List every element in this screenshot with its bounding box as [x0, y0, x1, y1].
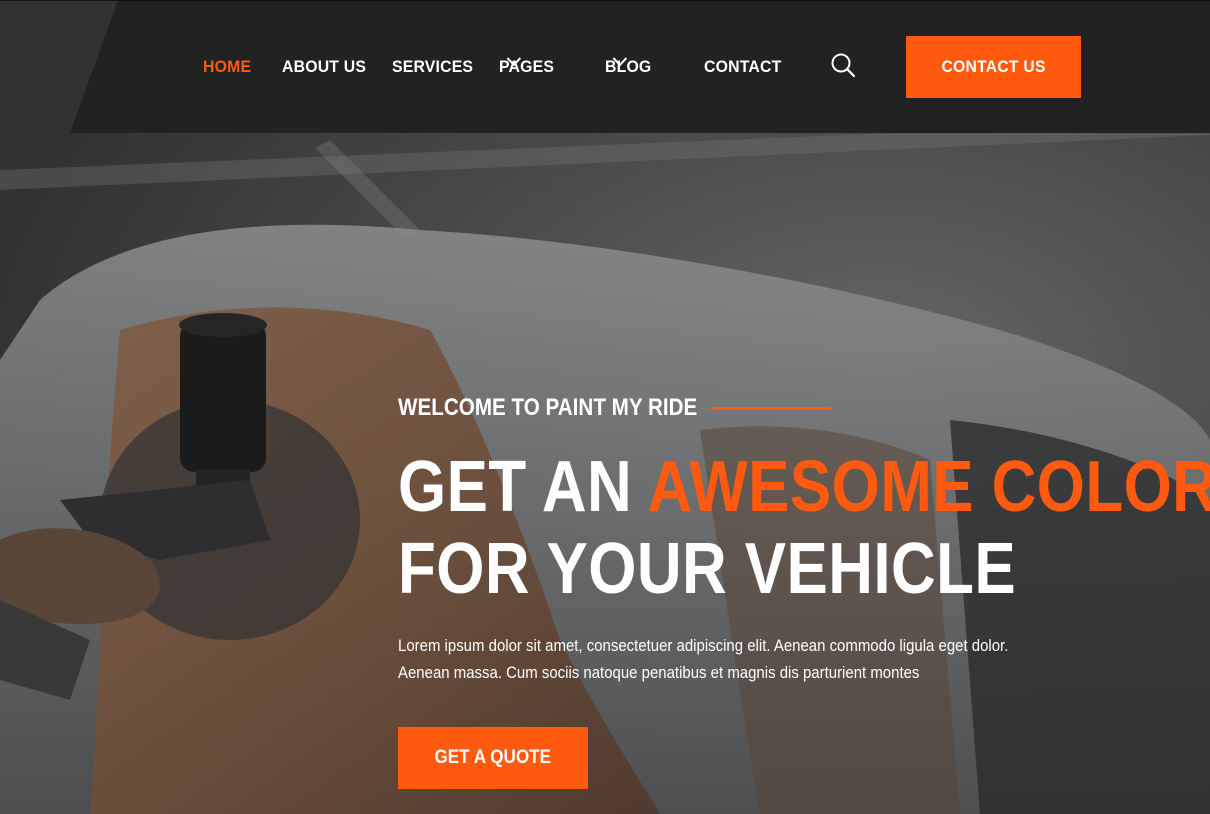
contact-us-button[interactable]: CONTACT US: [906, 36, 1081, 98]
page: HOME ABOUT US SERVICES PAGES BLOG CONTAC…: [0, 0, 1210, 814]
get-a-quote-button[interactable]: GET A QUOTE: [398, 727, 588, 789]
nav-item-pages[interactable]: PAGES: [499, 57, 598, 77]
search-button[interactable]: [830, 52, 856, 78]
get-a-quote-button-label: GET A QUOTE: [434, 747, 552, 768]
nav-item-about-us[interactable]: ABOUT US: [282, 57, 384, 77]
hero-tagline-row: WELCOME TO PAINT MY RIDE: [398, 390, 1098, 426]
contact-us-button-label: CONTACT US: [941, 57, 1046, 76]
main-nav: HOME ABOUT US SERVICES PAGES BLOG CONTAC…: [203, 50, 787, 84]
chevron-down-icon: [612, 57, 628, 67]
search-icon: [831, 53, 856, 78]
nav-item-home[interactable]: HOME: [203, 57, 276, 77]
nav-item-label: SERVICES: [392, 57, 474, 76]
nav-item-label: CONTACT: [704, 57, 782, 76]
nav-item-services[interactable]: SERVICES: [392, 57, 492, 77]
hero-headline: GET AN AWESOME COLOR FOR YOUR VEHICLE: [398, 446, 1210, 610]
nav-item-contact[interactable]: CONTACT: [704, 57, 781, 77]
tagline-divider: [711, 406, 831, 410]
hero-content: WELCOME TO PAINT MY RIDE GET AN AWESOME …: [398, 390, 1210, 789]
nav-item-label: ABOUT US: [282, 57, 367, 76]
headline-text: GET AN: [398, 447, 648, 527]
nav-item-label: HOME: [203, 57, 252, 76]
headline-accent-text: AWESOME COLOR: [647, 447, 1210, 527]
headline-line-2: FOR YOUR VEHICLE: [398, 529, 1017, 609]
header: HOME ABOUT US SERVICES PAGES BLOG CONTAC…: [0, 0, 1210, 133]
nav-item-blog[interactable]: BLOG: [605, 57, 697, 77]
hero-description: Lorem ipsum dolor sit amet, consectetuer…: [398, 636, 1009, 682]
hero-tagline: WELCOME TO PAINT MY RIDE: [398, 394, 698, 421]
chevron-down-icon: [506, 57, 522, 67]
